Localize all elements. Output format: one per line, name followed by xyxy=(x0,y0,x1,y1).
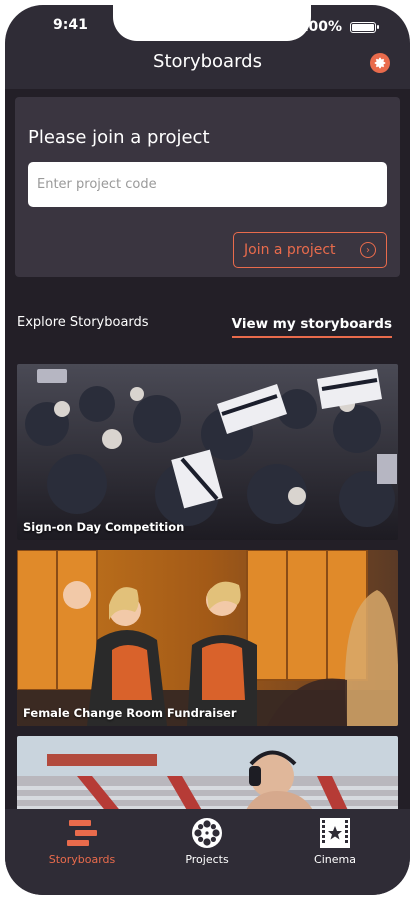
tab-cinema[interactable]: Cinema xyxy=(280,817,390,866)
page-title: Storyboards xyxy=(153,51,262,72)
storyboards-icon xyxy=(67,820,97,846)
join-title: Please join a project xyxy=(28,127,210,148)
settings-button[interactable] xyxy=(370,53,390,73)
tab-label: Cinema xyxy=(314,853,356,866)
story-image-crowd xyxy=(17,364,398,540)
story-card[interactable]: Sign-on Day Competition xyxy=(17,364,398,540)
main-content: Please join a project Join a project › E… xyxy=(5,89,410,819)
join-project-card: Please join a project Join a project › xyxy=(15,97,400,277)
gear-icon xyxy=(374,57,386,69)
cinema-star-icon xyxy=(320,818,350,848)
tab-label: Storyboards xyxy=(48,853,116,866)
film-reel-icon xyxy=(192,818,222,848)
project-code-input[interactable] xyxy=(28,162,387,207)
story-caption: Sign-on Day Competition xyxy=(23,520,185,534)
story-caption: Female Change Room Fundraiser xyxy=(23,706,237,720)
view-my-storyboards-link[interactable]: View my storyboards xyxy=(231,316,392,338)
battery-percent: 100% xyxy=(298,19,342,35)
tab-bar: Storyboards Projects Cinema xyxy=(5,809,410,895)
story-card[interactable] xyxy=(17,736,398,819)
tab-projects[interactable]: Projects xyxy=(152,817,262,866)
story-card[interactable]: Female Change Room Fundraiser xyxy=(17,550,398,726)
story-image-change-room xyxy=(17,550,398,726)
explore-storyboards-label: Explore Storyboards xyxy=(17,315,149,330)
arrow-right-circle-icon: › xyxy=(360,242,376,258)
notch xyxy=(113,5,311,41)
tab-storyboards[interactable]: Storyboards xyxy=(27,817,137,866)
join-project-button[interactable]: Join a project › xyxy=(233,232,387,268)
status-time: 9:41 xyxy=(53,17,88,33)
battery-icon xyxy=(350,21,379,33)
phone-frame: 9:41 100% Storyboards Please join a proj… xyxy=(5,5,410,895)
story-image-stadium xyxy=(17,736,398,819)
status-right: 100% xyxy=(298,19,379,35)
tab-label: Projects xyxy=(185,853,229,866)
join-button-label: Join a project xyxy=(244,242,336,258)
